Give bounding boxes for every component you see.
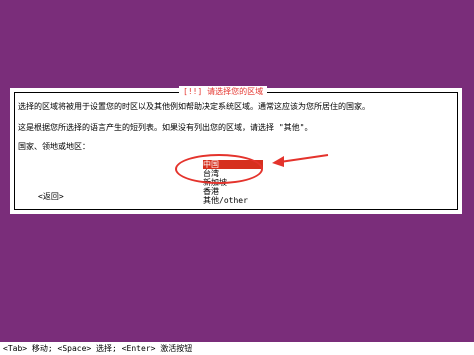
region-option-other[interactable]: 其他/other [203, 196, 263, 205]
region-dialog: [!!] 请选择您的区域 选择的区域将被用于设置您的时区以及其他例如帮助决定系统… [10, 86, 462, 214]
back-button[interactable]: <返回> [38, 192, 64, 202]
description-line-2: 这是根据您所选择的语言产生的短列表。如果没有列出您的区域，请选择 "其他"。 [18, 123, 313, 132]
keyboard-help-bar: <Tab> 移动; <Space> 选择; <Enter> 激活按钮 [0, 342, 474, 355]
region-option-hongkong[interactable]: 香港 [203, 187, 263, 196]
description-line-1: 选择的区域将被用于设置您的时区以及其他例如帮助决定系统区域。通常这应该为您所居住… [18, 102, 370, 111]
dialog-title: [!!] 请选择您的区域 [179, 86, 268, 98]
highlight-ellipse [175, 154, 263, 184]
highlight-arrow-icon [272, 154, 329, 167]
region-field-label: 国家、领地或地区： [18, 142, 90, 151]
